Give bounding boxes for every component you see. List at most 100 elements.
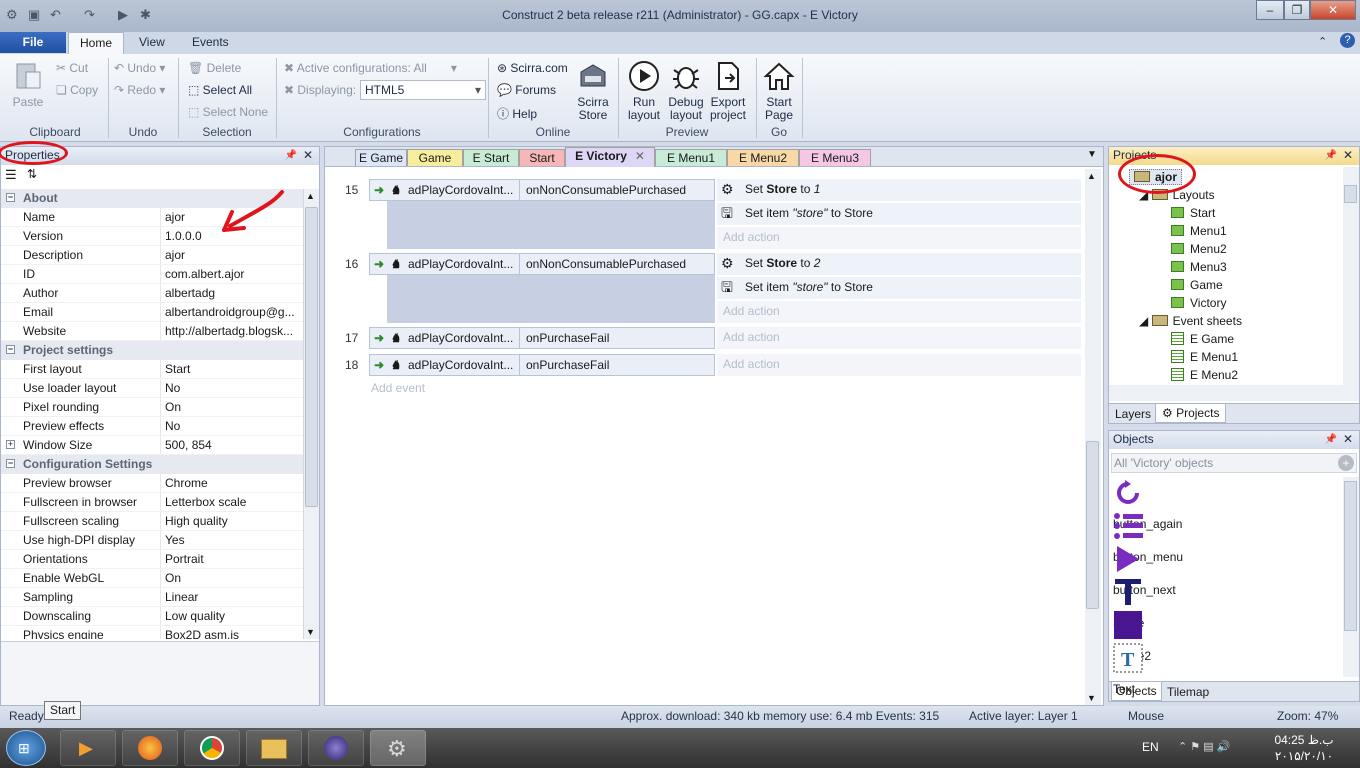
- object-item[interactable]: Sprite2: [1113, 609, 1151, 663]
- property-row[interactable]: Use high-DPI display Yes: [1, 531, 303, 550]
- pin-icon[interactable]: 📌: [285, 147, 297, 164]
- pin-icon[interactable]: 📌: [1325, 147, 1337, 164]
- help-link[interactable]: ⓘ Help: [497, 105, 537, 122]
- property-row[interactable]: Sampling Linear: [1, 588, 303, 607]
- run-layout-button[interactable]: Run layout: [624, 60, 664, 122]
- add-action-button[interactable]: Add action: [717, 227, 1081, 249]
- property-row[interactable]: Physics engine Box2D asm.js: [1, 626, 303, 639]
- add-action-button[interactable]: Add action: [717, 327, 1081, 349]
- undo-button[interactable]: ↶ Undo ▾: [114, 61, 165, 75]
- forums-link[interactable]: 💬 Forums: [497, 83, 556, 97]
- tab-e-game[interactable]: E Game: [355, 149, 407, 166]
- property-value[interactable]: albertandroidgroup@g...: [165, 303, 301, 321]
- property-value[interactable]: Yes: [165, 531, 301, 549]
- clock-time[interactable]: 04:25 ب.ظ: [1272, 733, 1336, 747]
- event-condition[interactable]: ➜ ♞ adPlayCordovaInt... onNonConsumablePurc…: [369, 179, 715, 201]
- tab-tilemap[interactable]: Tilemap: [1167, 685, 1209, 699]
- collapse-toggle-icon[interactable]: −: [6, 193, 15, 202]
- expand-toggle-icon[interactable]: +: [6, 440, 15, 449]
- property-value[interactable]: No: [165, 417, 301, 435]
- pin-icon[interactable]: 📌: [1325, 431, 1337, 448]
- layout-item[interactable]: Menu3: [1171, 260, 1227, 274]
- tab-start[interactable]: Start: [519, 149, 565, 166]
- property-value[interactable]: Box2D asm.js: [165, 626, 301, 639]
- tab-projects[interactable]: ⚙ Projects: [1155, 404, 1227, 423]
- property-value[interactable]: On: [165, 398, 301, 416]
- event-condition[interactable]: ➜ ♞ adPlayCordovaInt... onPurchaseFail: [369, 327, 715, 349]
- event-condition[interactable]: ➜ ♞ adPlayCordovaInt... onPurchaseFail: [369, 354, 715, 376]
- property-row[interactable]: Use loader layout No: [1, 379, 303, 398]
- redo-button[interactable]: ↷ Redo ▾: [114, 83, 165, 97]
- property-row[interactable]: + Window Size 500, 854: [1, 436, 303, 455]
- event-sheet-item[interactable]: E Menu1: [1171, 350, 1238, 364]
- property-row[interactable]: Downscaling Low quality: [1, 607, 303, 626]
- objects-filter[interactable]: All 'Victory' objects +: [1111, 453, 1357, 473]
- start-button[interactable]: ⊞: [6, 730, 46, 766]
- taskbar-media-player[interactable]: ▶: [60, 730, 116, 766]
- tray-icons[interactable]: ⌃ ⚑ ▤ 🔊: [1178, 740, 1230, 753]
- add-event-button[interactable]: Add event: [371, 381, 425, 395]
- clock-date[interactable]: ۲۰۱۵/۲۰/۱۰: [1272, 749, 1336, 763]
- export-project-button[interactable]: Export project: [708, 60, 748, 122]
- layout-item[interactable]: Victory: [1171, 296, 1226, 310]
- start-page-button[interactable]: Start Page: [760, 60, 798, 122]
- property-row[interactable]: Email albertandroidgroup@g...: [1, 303, 303, 322]
- event-condition[interactable]: ➜ ♞ adPlayCordovaInt... onNonConsumablePurc…: [369, 253, 715, 275]
- taskbar-firefox[interactable]: [122, 730, 178, 766]
- action-row[interactable]: ⚙ Set Store to 1: [717, 179, 1081, 201]
- property-value[interactable]: 500, 854: [165, 436, 301, 454]
- property-value[interactable]: http://albertadg.blogsk...: [165, 322, 301, 340]
- minimize-ribbon-icon[interactable]: ⌃: [1318, 35, 1327, 48]
- object-item[interactable]: Sprite: [1113, 576, 1147, 630]
- property-category[interactable]: − Configuration Settings: [1, 455, 303, 474]
- property-row[interactable]: Website http://albertadg.blogsk...: [1, 322, 303, 341]
- property-row[interactable]: Author albertadg: [1, 284, 303, 303]
- file-menu[interactable]: File: [0, 32, 66, 53]
- close-panel-icon[interactable]: ✕: [303, 147, 313, 164]
- property-value[interactable]: Letterbox scale: [165, 493, 301, 511]
- event-sheets-folder[interactable]: ◢ Event sheets: [1139, 314, 1242, 328]
- properties-scrollbar[interactable]: ▲ ▼: [303, 189, 319, 639]
- event-sheet-item[interactable]: E Menu2: [1171, 368, 1238, 382]
- property-row[interactable]: Orientations Portrait: [1, 550, 303, 569]
- action-row[interactable]: 🖫 Set item "store" to Store: [717, 277, 1081, 299]
- tab-close-icon[interactable]: ✕: [635, 149, 645, 163]
- property-value[interactable]: com.albert.ajor: [165, 265, 301, 283]
- projects-hscrollbar[interactable]: [1109, 385, 1359, 401]
- object-item[interactable]: button_menu: [1113, 510, 1183, 564]
- add-action-button[interactable]: Add action: [717, 301, 1081, 323]
- close-panel-icon[interactable]: ✕: [1343, 147, 1353, 164]
- property-value[interactable]: albertadg: [165, 284, 301, 302]
- property-value[interactable]: On: [165, 569, 301, 587]
- tab-list-icon[interactable]: ▼: [1087, 149, 1097, 160]
- property-row[interactable]: ID com.albert.ajor: [1, 265, 303, 284]
- taskbar-construct[interactable]: ⚙: [370, 730, 426, 766]
- layout-item[interactable]: Game: [1171, 278, 1223, 292]
- tab-e-menu1[interactable]: E Menu1: [655, 149, 727, 166]
- object-item[interactable]: T Text: [1113, 642, 1147, 696]
- debug-layout-button[interactable]: Debug layout: [666, 60, 706, 122]
- property-value[interactable]: Portrait: [165, 550, 301, 568]
- tab-view[interactable]: View: [139, 35, 165, 49]
- tab-e-start[interactable]: E Start: [463, 149, 519, 166]
- property-value[interactable]: No: [165, 379, 301, 397]
- property-row[interactable]: First layout Start: [1, 360, 303, 379]
- tab-layers[interactable]: Layers: [1115, 407, 1151, 421]
- select-none-button[interactable]: ⬚ Select None: [188, 105, 268, 119]
- tab-e-victory[interactable]: E Victory ✕: [565, 147, 655, 167]
- scirra-store-button[interactable]: Scirra Store: [574, 60, 612, 122]
- object-item[interactable]: button_next: [1113, 543, 1176, 597]
- property-row[interactable]: Pixel rounding On: [1, 398, 303, 417]
- property-row[interactable]: Fullscreen scaling High quality: [1, 512, 303, 531]
- tab-events[interactable]: Events: [192, 35, 229, 49]
- property-value[interactable]: ajor: [165, 246, 301, 264]
- property-category[interactable]: − Project settings: [1, 341, 303, 360]
- events-scrollbar[interactable]: ▲ ▼: [1085, 169, 1101, 705]
- language-indicator[interactable]: EN: [1142, 740, 1159, 754]
- layout-item[interactable]: Start: [1171, 206, 1215, 220]
- alphabetical-sort-icon[interactable]: ⇅: [27, 167, 37, 181]
- taskbar-explorer[interactable]: [246, 730, 302, 766]
- active-configurations-dropdown[interactable]: ✖ Active configurations: All ▾: [284, 61, 457, 75]
- cut-button[interactable]: ✂ Cut: [56, 61, 88, 75]
- property-value[interactable]: High quality: [165, 512, 301, 530]
